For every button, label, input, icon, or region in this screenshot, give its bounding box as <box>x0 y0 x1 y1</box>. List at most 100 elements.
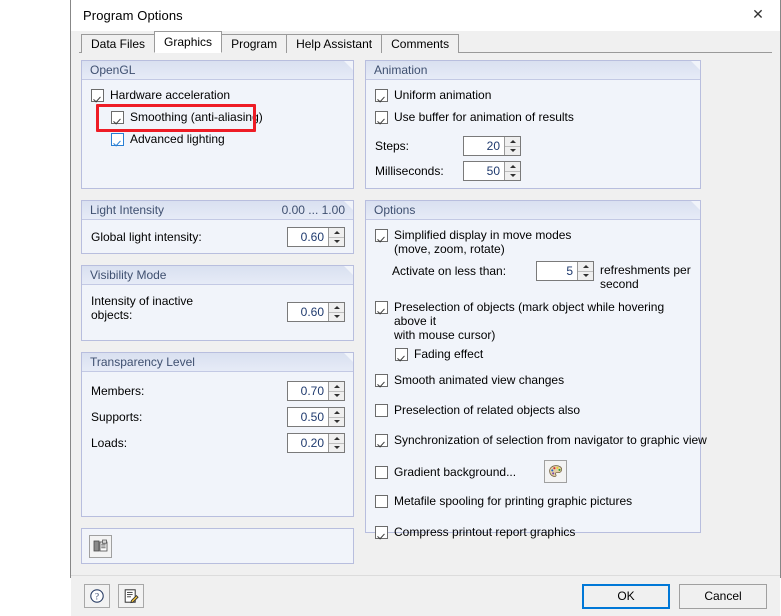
spinner-up-icon[interactable] <box>329 382 344 392</box>
spinner-up-icon[interactable] <box>505 137 520 147</box>
checkbox-icon[interactable] <box>375 374 388 387</box>
spinner-buttons[interactable] <box>577 262 593 280</box>
checkbox-icon[interactable] <box>375 495 388 508</box>
group-opengl-title: OpenGL <box>90 63 136 77</box>
checkbox-icon[interactable] <box>375 111 388 124</box>
spinner-down-icon[interactable] <box>329 418 344 427</box>
spinner-value[interactable]: 0.60 <box>288 228 328 246</box>
checkbox-icon[interactable] <box>375 465 388 479</box>
ok-button[interactable]: OK <box>582 583 670 609</box>
checkbox-metafile-spooling[interactable]: Metafile spooling for printing graphic p… <box>375 494 692 508</box>
checkbox-fading-effect[interactable]: Fading effect <box>395 347 692 361</box>
group-options-header: Options <box>366 201 700 220</box>
loads-label: Loads: <box>91 436 128 450</box>
loads-spinner[interactable]: 0.20 <box>287 433 345 453</box>
global-light-intensity-spinner[interactable]: 0.60 <box>287 227 345 247</box>
spinner-buttons[interactable] <box>328 382 344 400</box>
tab-strip: Data Files Graphics Program Help Assista… <box>71 31 780 53</box>
group-animation: Animation Uniform animation Use buffer f… <box>365 60 701 189</box>
spinner-up-icon[interactable] <box>329 303 344 313</box>
inactive-objects-spinner[interactable]: 0.60 <box>287 302 345 322</box>
checkbox-synchronization[interactable]: Synchronization of selection from naviga… <box>375 433 707 447</box>
tab-data-files[interactable]: Data Files <box>81 34 156 53</box>
tab-program[interactable]: Program <box>221 34 288 53</box>
milliseconds-spinner[interactable]: 50 <box>463 161 521 181</box>
program-options-dialog: Program Options ✕ Data Files Graphics Pr… <box>70 0 781 616</box>
spinner-down-icon[interactable] <box>505 172 520 181</box>
checkbox-smooth-animated-view[interactable]: Smooth animated view changes <box>375 373 692 387</box>
spinner-buttons[interactable] <box>328 228 344 246</box>
checkbox-smoothing[interactable]: Smoothing (anti-aliasing) <box>111 110 345 124</box>
spinner-value[interactable]: 5 <box>537 262 577 280</box>
cancel-button[interactable]: Cancel <box>679 583 767 609</box>
spinner-buttons[interactable] <box>328 434 344 452</box>
checkbox-compress-printout[interactable]: Compress printout report graphics <box>375 525 692 539</box>
spinner-value[interactable]: 0.70 <box>288 382 328 400</box>
checkbox-icon[interactable] <box>111 111 124 124</box>
checkbox-preselection-objects[interactable]: Preselection of objects (mark object whi… <box>375 300 692 342</box>
tab-graphics[interactable]: Graphics <box>154 31 223 53</box>
checkbox-gradient-background[interactable]: Gradient background... <box>375 460 692 483</box>
steps-spinner[interactable]: 20 <box>463 136 521 156</box>
checkbox-uniform-animation[interactable]: Uniform animation <box>375 88 692 102</box>
milliseconds-label: Milliseconds: <box>375 164 444 178</box>
activate-suffix-line2: second <box>600 277 639 291</box>
spinner-down-icon[interactable] <box>329 238 344 247</box>
supports-spinner[interactable]: 0.50 <box>287 407 345 427</box>
help-question-icon[interactable]: ? <box>84 584 110 608</box>
group-light-intensity-title: Light Intensity <box>90 203 165 217</box>
spinner-buttons[interactable] <box>328 303 344 321</box>
spinner-value[interactable]: 50 <box>464 162 504 180</box>
checkbox-advanced-lighting[interactable]: Advanced lighting <box>111 132 345 146</box>
light-intensity-range: 0.00 ... 1.00 <box>281 203 345 217</box>
group-opengl-header: OpenGL <box>82 61 353 80</box>
members-spinner[interactable]: 0.70 <box>287 381 345 401</box>
checkbox-icon[interactable] <box>111 133 124 146</box>
checkbox-icon[interactable] <box>375 89 388 102</box>
spinner-up-icon[interactable] <box>329 228 344 238</box>
spinner-up-icon[interactable] <box>578 262 593 272</box>
spinner-down-icon[interactable] <box>505 147 520 156</box>
right-column: Animation Uniform animation Use buffer f… <box>365 60 707 575</box>
close-icon[interactable]: ✕ <box>736 0 780 29</box>
spinner-down-icon[interactable] <box>329 392 344 401</box>
spinner-value[interactable]: 0.20 <box>288 434 328 452</box>
spinner-value[interactable]: 20 <box>464 137 504 155</box>
edit-notes-glyph <box>124 589 139 604</box>
simplified-line2: (move, zoom, rotate) <box>394 242 505 256</box>
activate-suffix-line1: refreshments per <box>600 263 691 277</box>
checkbox-simplified-display[interactable]: Simplified display in move modes (move, … <box>375 228 692 256</box>
spinner-up-icon[interactable] <box>329 408 344 418</box>
spinner-buttons[interactable] <box>504 162 520 180</box>
tab-help-assistant[interactable]: Help Assistant <box>286 34 383 53</box>
simplified-line1: Simplified display in move modes <box>394 228 572 242</box>
spinner-down-icon[interactable] <box>329 313 344 322</box>
spinner-value[interactable]: 0.50 <box>288 408 328 426</box>
footer-left-tools: ? <box>84 584 144 608</box>
checkbox-hardware-acceleration[interactable]: Hardware acceleration <box>91 88 345 102</box>
activate-threshold-spinner[interactable]: 5 <box>536 261 594 281</box>
spinner-up-icon[interactable] <box>505 162 520 172</box>
color-palette-icon[interactable] <box>544 460 568 483</box>
tab-comments[interactable]: Comments <box>381 34 460 53</box>
checkbox-icon[interactable] <box>91 89 104 102</box>
group-light-intensity: Light Intensity 0.00 ... 1.00 Global lig… <box>81 200 354 254</box>
spinner-up-icon[interactable] <box>329 434 344 444</box>
checkbox-icon[interactable] <box>375 229 388 242</box>
spinner-value[interactable]: 0.60 <box>288 303 328 321</box>
checkbox-icon[interactable] <box>375 301 388 314</box>
screen: Program Options ✕ Data Files Graphics Pr… <box>0 0 781 616</box>
spinner-buttons[interactable] <box>328 408 344 426</box>
render-settings-icon[interactable] <box>89 535 112 558</box>
checkbox-preselection-related[interactable]: Preselection of related objects also <box>375 403 692 417</box>
checkbox-icon[interactable] <box>395 348 408 361</box>
edit-notes-icon[interactable] <box>118 584 144 608</box>
spinner-down-icon[interactable] <box>329 444 344 453</box>
checkbox-label: Preselection of objects (mark object whi… <box>394 300 692 342</box>
checkbox-icon[interactable] <box>375 404 388 417</box>
checkbox-icon[interactable] <box>375 434 388 447</box>
spinner-buttons[interactable] <box>504 137 520 155</box>
checkbox-use-buffer[interactable]: Use buffer for animation of results <box>375 110 692 124</box>
spinner-down-icon[interactable] <box>578 272 593 281</box>
checkbox-icon[interactable] <box>375 526 388 539</box>
